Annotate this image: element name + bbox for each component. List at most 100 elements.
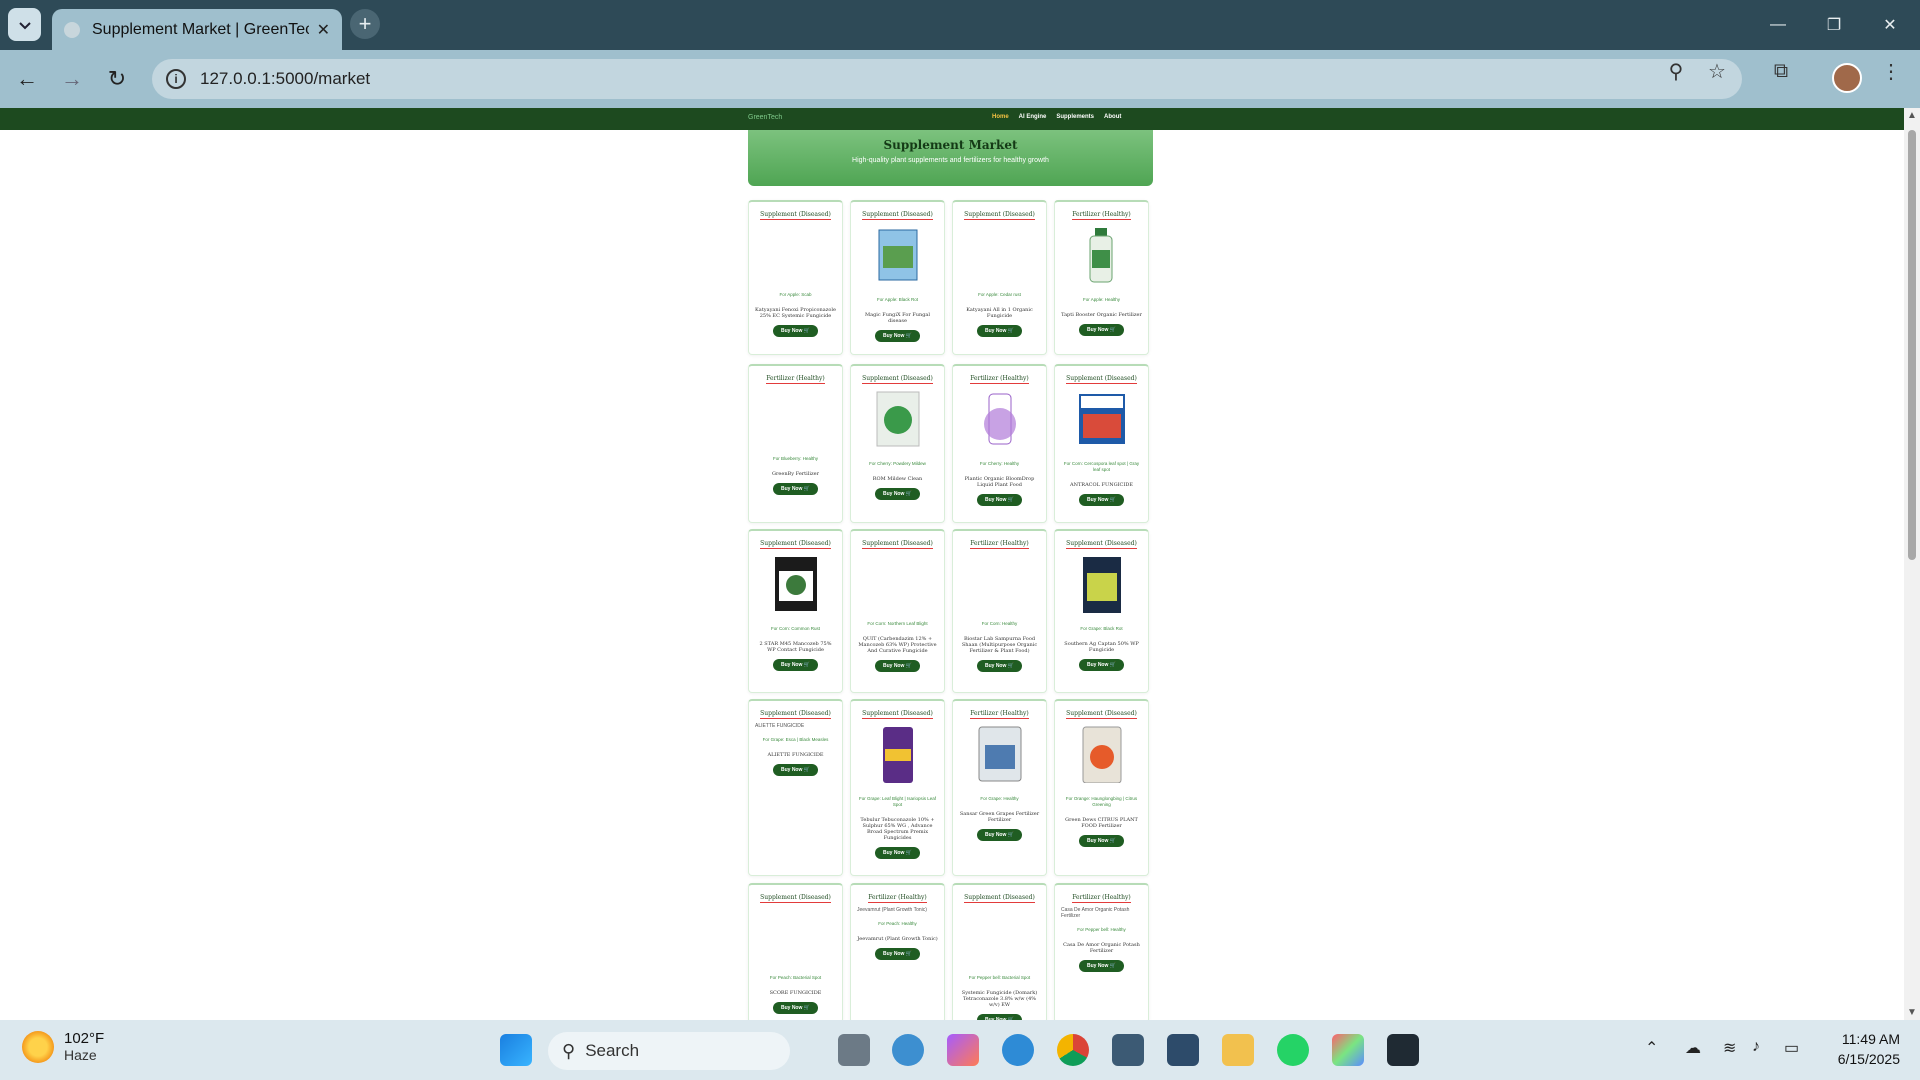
nav-supplements[interactable]: Supplements (1056, 114, 1094, 120)
edge-icon[interactable] (1002, 1034, 1034, 1066)
product-image (771, 226, 821, 284)
buy-now-label: Buy Now (984, 497, 1007, 503)
app-icon-3[interactable] (1332, 1034, 1364, 1066)
buy-now-button[interactable]: Buy Now 🛒 (874, 847, 920, 859)
browser-tab-active[interactable]: Supplement Market | GreenTech ✕ (52, 9, 342, 50)
terminal-icon[interactable] (1387, 1034, 1419, 1066)
buy-now-button[interactable]: Buy Now 🛒 (772, 764, 818, 776)
battery-icon[interactable]: ▭ (1784, 1038, 1799, 1058)
tab-close-icon[interactable]: ✕ (317, 20, 330, 40)
widgets-icon[interactable] (892, 1034, 924, 1066)
buy-now-label: Buy Now (780, 662, 803, 668)
product-image (876, 391, 919, 447)
product-category: Supplement (Diseased) (1066, 375, 1137, 384)
menu-kebab-icon[interactable]: ⋮ (1880, 60, 1902, 83)
buy-now-button[interactable]: Buy Now 🛒 (976, 829, 1022, 841)
hero-banner: Supplement Market High-quality plant sup… (748, 130, 1153, 186)
profile-avatar[interactable] (1832, 63, 1862, 93)
broken-image-alt: Casa De Amor Organic Potash Fertilizer (1061, 907, 1130, 919)
taskbar-search[interactable]: ⚲ Search (548, 1032, 790, 1070)
address-bar[interactable]: i 127.0.0.1:5000/market (152, 59, 1742, 99)
whatsapp-icon[interactable] (1277, 1034, 1309, 1066)
cart-icon: 🛒 (905, 491, 912, 497)
onedrive-icon[interactable]: ☁ (1685, 1038, 1701, 1058)
buy-now-label: Buy Now (984, 832, 1007, 838)
product-card: Supplement (Diseased) For Apple: Black Ro… (850, 200, 945, 355)
forward-button[interactable]: → (55, 62, 89, 96)
site-brand[interactable]: GreenTech (748, 114, 782, 121)
scrollbar-thumb[interactable] (1908, 130, 1916, 560)
buy-now-label: Buy Now (1086, 838, 1109, 844)
nav-about[interactable]: About (1104, 114, 1121, 120)
scroll-up-icon[interactable]: ▲ (1907, 110, 1917, 121)
restore-button[interactable]: ❐ (1806, 0, 1862, 50)
file-explorer-icon[interactable] (1222, 1034, 1254, 1066)
product-name: ALIETTE FUNGICIDE (767, 752, 824, 758)
site-info-icon[interactable]: i (166, 69, 186, 89)
product-category: Supplement (Diseased) (760, 540, 831, 549)
weather-temp: 102°F (64, 1030, 105, 1047)
product-category: Fertilizer (Healthy) (970, 710, 1029, 719)
buy-now-button[interactable]: Buy Now 🛒 (976, 325, 1022, 337)
reload-button[interactable]: ↻ (100, 62, 134, 96)
app-icon-1[interactable] (1112, 1034, 1144, 1066)
cart-icon: 🛒 (905, 663, 912, 669)
nav-ai-engine[interactable]: AI Engine (1019, 114, 1047, 120)
tab-search-button[interactable] (8, 8, 41, 41)
product-card: Fertilizer (Healthy) For Cherry: Healthy P… (952, 364, 1047, 523)
minimize-button[interactable]: — (1750, 0, 1806, 50)
new-tab-button[interactable]: + (350, 9, 380, 39)
buy-now-button[interactable]: Buy Now 🛒 (1078, 960, 1124, 972)
buy-now-button[interactable]: Buy Now 🛒 (1078, 324, 1124, 336)
start-windows-icon[interactable] (500, 1034, 532, 1066)
chevron-down-icon (18, 21, 31, 29)
browser-tabbar: Supplement Market | GreenTech ✕ + — ❐ ✕ (0, 0, 1920, 50)
scroll-down-icon[interactable]: ▼ (1907, 1007, 1917, 1018)
wifi-icon[interactable]: ≋ (1723, 1038, 1736, 1058)
copilot-icon[interactable] (947, 1034, 979, 1066)
buy-now-button[interactable]: Buy Now 🛒 (772, 659, 818, 671)
product-card: Supplement (Diseased) For Apple: Cedar ru… (952, 200, 1047, 355)
buy-now-button[interactable]: Buy Now 🛒 (874, 330, 920, 342)
buy-now-button[interactable]: Buy Now 🛒 (1078, 494, 1124, 506)
product-category: Fertilizer (Healthy) (766, 375, 825, 384)
product-name: ROM Mildew Clean (872, 476, 923, 482)
close-window-button[interactable]: ✕ (1862, 0, 1918, 50)
buy-now-button[interactable]: Buy Now 🛒 (874, 660, 920, 672)
weather-widget[interactable]: 102°F Haze (22, 1030, 104, 1063)
product-name: Jeevamrut (Plant Growth Tonic) (857, 936, 938, 942)
buy-now-button[interactable]: Buy Now 🛒 (976, 660, 1022, 672)
tray-chevron-icon[interactable]: ⌃ (1645, 1038, 1658, 1058)
site-navbar: GreenTech Home AI Engine Supplements Abo… (0, 108, 1904, 130)
buy-now-button[interactable]: Buy Now 🛒 (772, 483, 818, 495)
product-target: For Cherry: Healthy (979, 461, 1020, 466)
buy-now-button[interactable]: Buy Now 🛒 (1078, 659, 1124, 671)
product-card: Fertilizer (Healthy) For Grape: Healthy Sa… (952, 699, 1047, 876)
zoom-icon[interactable]: ⚲ (1665, 60, 1687, 83)
task-view-icon[interactable] (838, 1034, 870, 1066)
buy-now-button[interactable]: Buy Now 🛒 (874, 488, 920, 500)
chrome-icon[interactable] (1057, 1034, 1089, 1066)
buy-now-label: Buy Now (780, 328, 803, 334)
product-name: Plantic Organic BloomDrop Liquid Plant F… (964, 476, 1035, 488)
buy-now-button[interactable]: Buy Now 🛒 (976, 494, 1022, 506)
bookmark-star-icon[interactable]: ☆ (1706, 60, 1728, 83)
buy-now-button[interactable]: Buy Now 🛒 (874, 948, 920, 960)
extensions-icon[interactable]: ⧉ (1770, 60, 1792, 82)
buy-now-button[interactable]: Buy Now 🛒 (772, 325, 818, 337)
back-button[interactable]: ← (10, 62, 44, 96)
app-icon-2[interactable] (1167, 1034, 1199, 1066)
clock-date: 6/15/2025 (1837, 1051, 1900, 1067)
nav-home[interactable]: Home (992, 114, 1009, 120)
page-scrollbar[interactable]: ▲ ▼ (1904, 108, 1920, 1020)
product-category: Supplement (Diseased) (1066, 540, 1137, 549)
product-category: Supplement (Diseased) (1066, 710, 1137, 719)
buy-now-button[interactable]: Buy Now 🛒 (772, 1002, 818, 1014)
taskbar-clock[interactable]: 11:49 AM 6/15/2025 (1820, 1029, 1900, 1069)
product-target: For Apple: Scab (779, 292, 812, 297)
cart-icon: 🛒 (1109, 497, 1116, 503)
buy-now-label: Buy Now (780, 767, 803, 773)
volume-icon[interactable]: ♪ (1752, 1038, 1760, 1056)
product-image (1078, 394, 1125, 444)
buy-now-button[interactable]: Buy Now 🛒 (1078, 835, 1124, 847)
